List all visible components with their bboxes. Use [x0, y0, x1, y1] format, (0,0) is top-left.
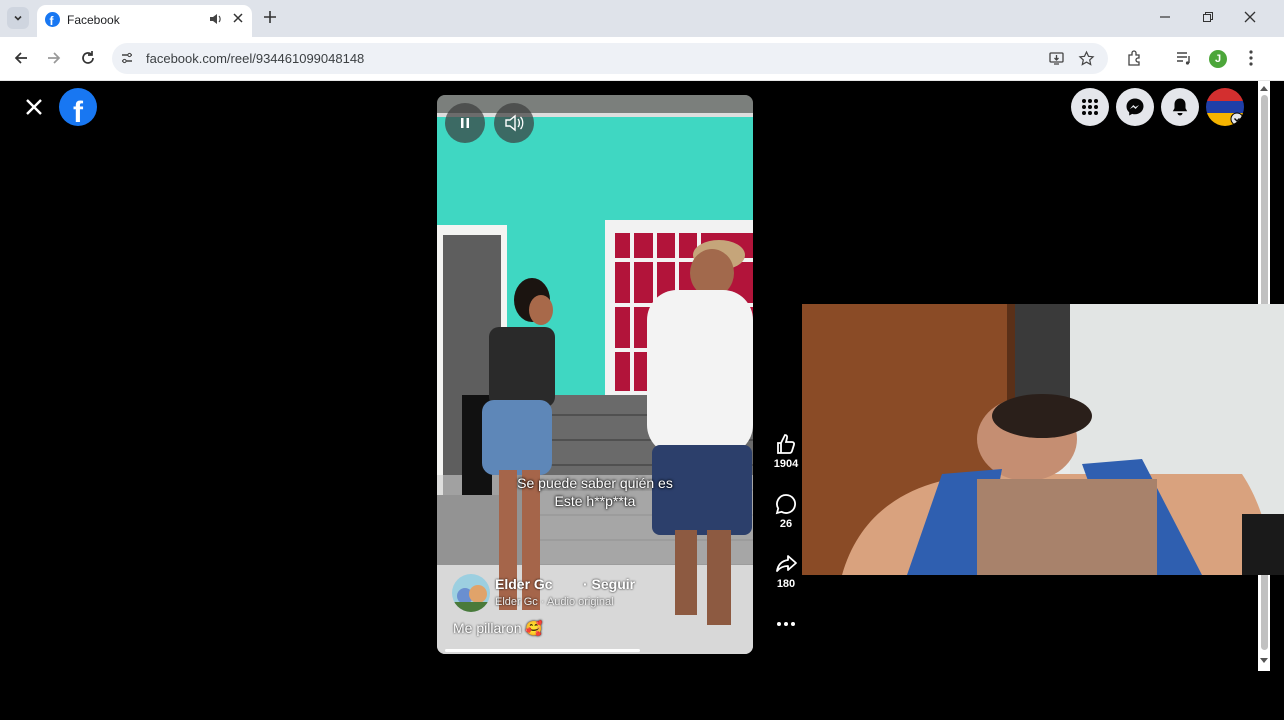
caption-line-2: Este h**p**ta [554, 493, 636, 509]
site-info-icon[interactable] [120, 51, 134, 65]
active-tab[interactable]: f Facebook [37, 5, 252, 37]
like-button[interactable]: 1904 [770, 432, 802, 470]
messenger-icon [1126, 98, 1144, 116]
chevron-down-icon [14, 15, 22, 21]
grid-icon [1082, 99, 1098, 115]
share-button[interactable]: 180 [770, 552, 802, 590]
extensions-icon[interactable] [1126, 49, 1144, 67]
browser-toolbar: facebook.com/reel/934461099048148 J [0, 37, 1284, 81]
close-tab-icon[interactable] [232, 12, 244, 24]
comment-count: 26 [779, 518, 793, 530]
reload-icon[interactable] [79, 49, 97, 67]
bookmark-star-icon[interactable] [1078, 50, 1095, 67]
webcam-overlay [802, 304, 1284, 575]
pause-button[interactable] [445, 103, 485, 143]
facebook-logo-icon[interactable]: f [59, 88, 97, 126]
forward-icon[interactable] [45, 49, 63, 67]
webcam-frame [802, 304, 1284, 575]
scroll-up-icon[interactable] [1259, 84, 1269, 92]
facebook-favicon-icon: f [45, 12, 60, 28]
more-options-button[interactable] [770, 614, 802, 636]
address-bar[interactable]: facebook.com/reel/934461099048148 [112, 43, 1108, 74]
messenger-button[interactable] [1116, 88, 1154, 126]
share-icon [776, 555, 797, 572]
volume-icon [505, 114, 524, 132]
back-icon[interactable] [12, 49, 30, 67]
author-avatar[interactable] [452, 574, 490, 612]
mute-button[interactable] [494, 103, 534, 143]
close-window-icon[interactable] [1243, 10, 1257, 24]
notifications-button[interactable] [1161, 88, 1199, 126]
profile-avatar[interactable]: J [1209, 50, 1227, 68]
reel-video[interactable] [437, 95, 753, 654]
tab-title: Facebook [67, 13, 120, 27]
comment-icon [775, 494, 796, 515]
minimize-icon[interactable] [1158, 10, 1172, 24]
share-count: 180 [776, 578, 796, 590]
tab-search-button[interactable] [7, 7, 29, 29]
bell-icon [1172, 98, 1188, 116]
like-count: 1904 [773, 458, 799, 470]
comment-button[interactable]: 26 [770, 492, 802, 530]
menu-grid-button[interactable] [1071, 88, 1109, 126]
new-tab-icon[interactable] [262, 9, 278, 25]
reel-description: Me pillaron 🥰 [453, 620, 543, 636]
account-avatar[interactable] [1206, 88, 1244, 126]
speaker-icon[interactable] [208, 12, 222, 26]
thumbs-up-icon [777, 434, 796, 454]
url-text: facebook.com/reel/934461099048148 [146, 51, 365, 66]
more-dots-icon [777, 622, 795, 626]
caption-line-1: Se puede saber quién es [517, 475, 673, 491]
tab-strip: f Facebook [0, 0, 1284, 37]
video-caption: Se puede saber quién es Este h**p**ta [437, 474, 753, 510]
more-menu-icon[interactable] [1243, 49, 1259, 67]
install-app-icon[interactable] [1048, 50, 1065, 67]
media-control-icon[interactable] [1175, 49, 1193, 67]
restore-icon[interactable] [1201, 10, 1215, 24]
follow-button[interactable]: · Seguir [583, 576, 635, 592]
author-name[interactable]: Elder Gc [495, 576, 553, 592]
video-progress-bar[interactable] [445, 649, 640, 652]
video-frame [437, 95, 753, 654]
scroll-down-icon[interactable] [1259, 657, 1269, 665]
audio-source[interactable]: Elder Gc · Audio original [495, 596, 614, 608]
pause-icon [461, 118, 469, 128]
close-reel-icon[interactable] [24, 97, 44, 117]
svg-text:f: f [50, 14, 55, 27]
